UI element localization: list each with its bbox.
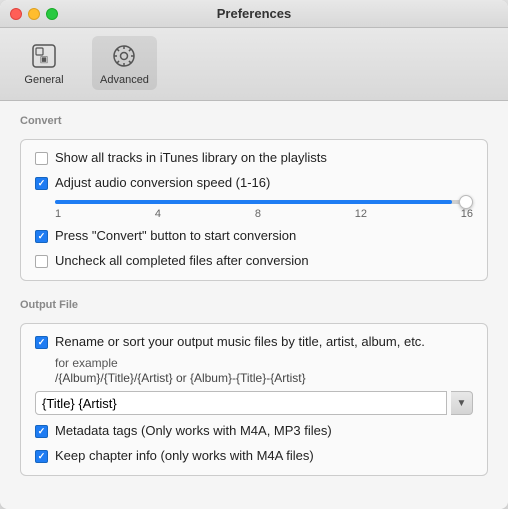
- chapter-row: Keep chapter info (only works with M4A f…: [35, 448, 473, 465]
- chapter-label: Keep chapter info (only works with M4A f…: [55, 448, 314, 465]
- preferences-window: Preferences ▣ General: [0, 0, 508, 509]
- minimize-button[interactable]: [28, 8, 40, 20]
- advanced-icon: [108, 40, 140, 72]
- traffic-lights: [10, 8, 58, 20]
- window-title: Preferences: [217, 6, 291, 21]
- show-tracks-label: Show all tracks in iTunes library on the…: [55, 150, 327, 167]
- rename-sort-checkbox[interactable]: [35, 336, 48, 349]
- uncheck-completed-label: Uncheck all completed files after conver…: [55, 253, 309, 270]
- output-section-box: Rename or sort your output music files b…: [20, 323, 488, 477]
- slider-label-16: 16: [461, 208, 473, 220]
- toolbar-item-general[interactable]: ▣ General: [16, 36, 72, 90]
- show-tracks-checkbox[interactable]: [35, 152, 48, 165]
- slider-label-4: 4: [155, 208, 161, 220]
- slider-label-12: 12: [355, 208, 367, 220]
- slider-track: [55, 200, 473, 204]
- uncheck-completed-checkbox[interactable]: [35, 255, 48, 268]
- output-section-title: Output File: [20, 299, 488, 315]
- adjust-speed-row: Adjust audio conversion speed (1-16): [35, 175, 473, 192]
- convert-section: Convert Show all tracks in iTunes librar…: [20, 115, 488, 281]
- general-label: General: [24, 74, 63, 86]
- slider-labels: 1 4 8 12 16: [55, 208, 473, 220]
- general-icon: ▣: [28, 40, 60, 72]
- show-tracks-row: Show all tracks in iTunes library on the…: [35, 150, 473, 167]
- example-label: for example: [55, 356, 473, 370]
- slider-fill: [55, 200, 452, 204]
- slider-label-8: 8: [255, 208, 261, 220]
- metadata-row: Metadata tags (Only works with M4A, MP3 …: [35, 423, 473, 440]
- slider-thumb[interactable]: [459, 195, 473, 209]
- toolbar-item-advanced[interactable]: Advanced: [92, 36, 157, 90]
- titlebar: Preferences: [0, 0, 508, 28]
- metadata-label: Metadata tags (Only works with M4A, MP3 …: [55, 423, 332, 440]
- close-button[interactable]: [10, 8, 22, 20]
- convert-section-title: Convert: [20, 115, 488, 131]
- convert-section-box: Show all tracks in iTunes library on the…: [20, 139, 488, 281]
- filename-input-row: ▼: [35, 391, 473, 415]
- toolbar: ▣ General Advanced: [0, 28, 508, 101]
- chapter-checkbox[interactable]: [35, 450, 48, 463]
- press-convert-checkbox[interactable]: [35, 230, 48, 243]
- press-convert-label: Press "Convert" button to start conversi…: [55, 228, 296, 245]
- advanced-label: Advanced: [100, 74, 149, 86]
- uncheck-completed-row: Uncheck all completed files after conver…: [35, 253, 473, 270]
- rename-sort-label: Rename or sort your output music files b…: [55, 334, 425, 351]
- press-convert-row: Press "Convert" button to start conversi…: [35, 228, 473, 245]
- metadata-checkbox[interactable]: [35, 425, 48, 438]
- output-section: Output File Rename or sort your output m…: [20, 299, 488, 477]
- rename-sort-row: Rename or sort your output music files b…: [35, 334, 473, 351]
- adjust-speed-checkbox[interactable]: [35, 177, 48, 190]
- content-area: Convert Show all tracks in iTunes librar…: [0, 101, 508, 509]
- svg-text:▣: ▣: [40, 54, 49, 64]
- adjust-speed-label: Adjust audio conversion speed (1-16): [55, 175, 270, 192]
- example-code: /{Album}/{Title}/{Artist} or {Album}-{Ti…: [55, 371, 473, 385]
- speed-slider-container: 1 4 8 12 16: [55, 200, 473, 220]
- filename-input[interactable]: [35, 391, 447, 415]
- dropdown-button[interactable]: ▼: [451, 391, 473, 415]
- maximize-button[interactable]: [46, 8, 58, 20]
- slider-label-1: 1: [55, 208, 61, 220]
